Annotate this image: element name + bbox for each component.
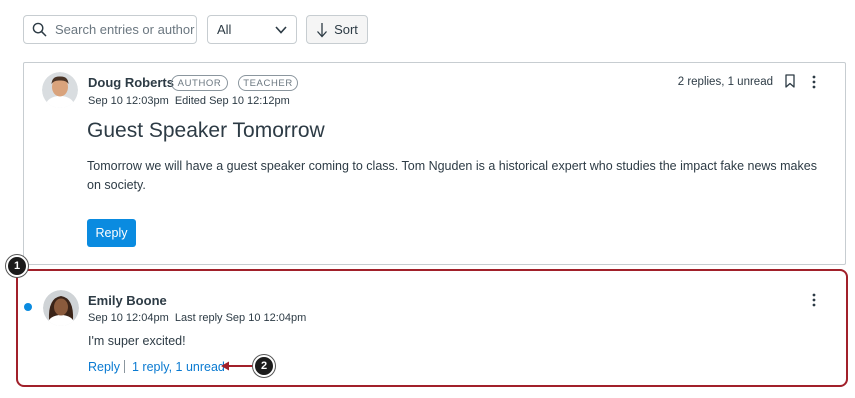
reply-button[interactable]: Reply: [87, 219, 136, 247]
more-options-icon[interactable]: [811, 75, 817, 89]
chevron-down-icon: [275, 25, 287, 34]
arrow-down-icon: [317, 22, 328, 37]
discussion-page: All Sort Doug Roberts AUTHOR TEACHER Sep…: [0, 0, 855, 398]
callout-badge-2: 2: [253, 355, 275, 377]
sort-button[interactable]: Sort: [306, 15, 368, 44]
reply-entry: Emily Boone Sep 10 12:04pm Last reply Se…: [16, 269, 848, 387]
unread-indicator: [24, 303, 32, 311]
bookmark-icon[interactable]: [784, 74, 796, 88]
callout-arrow-icon: [221, 361, 255, 371]
callout-badge-1: 1: [6, 255, 28, 277]
user-photo-icon: [43, 290, 79, 326]
author-name[interactable]: Doug Roberts: [88, 75, 174, 90]
reply-link[interactable]: Reply: [88, 360, 120, 374]
divider: [124, 360, 125, 373]
post-body: Tomorrow we will have a guest speaker co…: [87, 159, 817, 192]
search-icon: [32, 22, 47, 37]
avatar[interactable]: [42, 72, 78, 108]
reply-body: I'm super excited!: [88, 334, 186, 348]
reply-count-status: 2 replies, 1 unread: [677, 76, 773, 88]
search-input[interactable]: [55, 22, 195, 37]
expand-replies-link[interactable]: 1 reply, 1 unread: [132, 360, 225, 374]
filter-value: All: [217, 22, 232, 37]
author-badge: AUTHOR: [171, 75, 228, 91]
search-field[interactable]: [23, 15, 197, 44]
user-photo-icon: [42, 72, 78, 108]
more-options-icon[interactable]: [811, 293, 817, 307]
avatar[interactable]: [43, 290, 79, 326]
teacher-badge: TEACHER: [238, 75, 298, 91]
post-title: Guest Speaker Tomorrow: [87, 119, 325, 142]
sort-label: Sort: [334, 22, 358, 37]
author-name[interactable]: Emily Boone: [88, 293, 167, 308]
post-card: Doug Roberts AUTHOR TEACHER Sep 10 12:03…: [23, 62, 846, 265]
post-timestamp: Sep 10 12:03pm Edited Sep 10 12:12pm: [88, 95, 290, 107]
filter-select[interactable]: All: [207, 15, 297, 44]
reply-timestamp: Sep 10 12:04pm Last reply Sep 10 12:04pm: [88, 312, 307, 324]
